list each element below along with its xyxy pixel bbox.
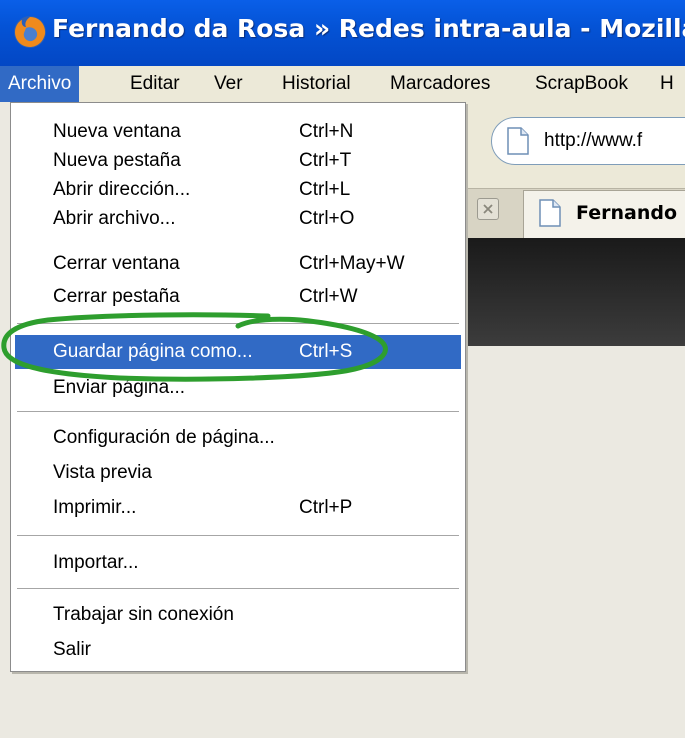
archivo-menu: Nueva ventana Ctrl+N Nueva pestaña Ctrl+… [10,102,466,672]
menu-item-salir[interactable]: Salir [15,633,461,667]
menu-item-enviar-pagina[interactable]: Enviar página... [15,371,461,405]
tab-label: Fernando [576,202,677,224]
menu-item-abrir-archivo[interactable]: Abrir archivo... Ctrl+O [15,202,461,236]
menu-item-shortcut: Ctrl+W [299,286,358,307]
page-header-band [465,238,685,346]
menu-item-guardar-pagina[interactable]: Guardar página como... Ctrl+S [15,335,461,369]
menu-item-label: Trabajar sin conexión [53,604,234,625]
menu-item-label: Importar... [53,552,139,573]
menu-separator [17,588,459,589]
menu-item-cerrar-ventana[interactable]: Cerrar ventana Ctrl+May+W [15,247,461,281]
tab-fernando[interactable]: Fernando [523,190,685,238]
menu-item-vista-previa[interactable]: Vista previa [15,456,461,490]
menu-item-shortcut: Ctrl+S [299,341,353,362]
window-titlebar: Fernando da Rosa » Redes intra-aula - Mo… [0,0,685,66]
menu-item-configuracion-pagina[interactable]: Configuración de página... [15,421,461,455]
menu-item-shortcut: Ctrl+May+W [299,253,405,274]
menu-item-imprimir[interactable]: Imprimir... Ctrl+P [15,491,461,525]
menu-item-shortcut: Ctrl+P [299,497,353,518]
menu-help[interactable]: H [652,66,682,102]
page-background [0,672,465,738]
menu-archivo[interactable]: Archivo [0,66,80,102]
menu-separator [17,323,459,324]
menu-item-label: Salir [53,639,92,660]
menu-item-shortcut: Ctrl+O [299,208,355,229]
menu-item-label: Enviar página... [53,377,186,398]
menu-separator [17,535,459,536]
menu-scrapbook[interactable]: ScrapBook [527,66,636,102]
close-icon[interactable] [477,198,499,220]
firefox-icon [14,16,46,48]
url-text: http://www.f [544,130,643,151]
menu-item-cerrar-pestana[interactable]: Cerrar pestaña Ctrl+W [15,280,461,314]
window-title: Fernando da Rosa » Redes intra-aula - Mo… [52,14,685,43]
menu-item-label: Configuración de página... [53,427,275,448]
menu-historial[interactable]: Historial [274,66,359,102]
menu-item-label: Abrir archivo... [53,208,176,229]
menu-marcadores[interactable]: Marcadores [382,66,498,102]
page-icon [539,199,561,227]
menu-item-label: Vista previa [53,462,152,483]
url-bar[interactable]: http://www.f [491,117,685,165]
menu-item-importar[interactable]: Importar... [15,546,461,580]
menu-separator [17,411,459,412]
menu-item-trabajar-sin-conexion[interactable]: Trabajar sin conexión [15,598,461,632]
menu-editar[interactable]: Editar [122,66,188,102]
menu-item-label: Guardar página como... [53,341,253,362]
menu-ver[interactable]: Ver [206,66,251,102]
page-content [465,346,685,738]
close-icon [483,204,493,214]
menu-bar: Archivo Editar Ver Historial Marcadores … [0,66,685,102]
menu-item-label: Cerrar ventana [53,253,180,274]
page-icon [507,127,529,155]
menu-item-label: Imprimir... [53,497,137,518]
menu-item-label: Cerrar pestaña [53,286,180,307]
